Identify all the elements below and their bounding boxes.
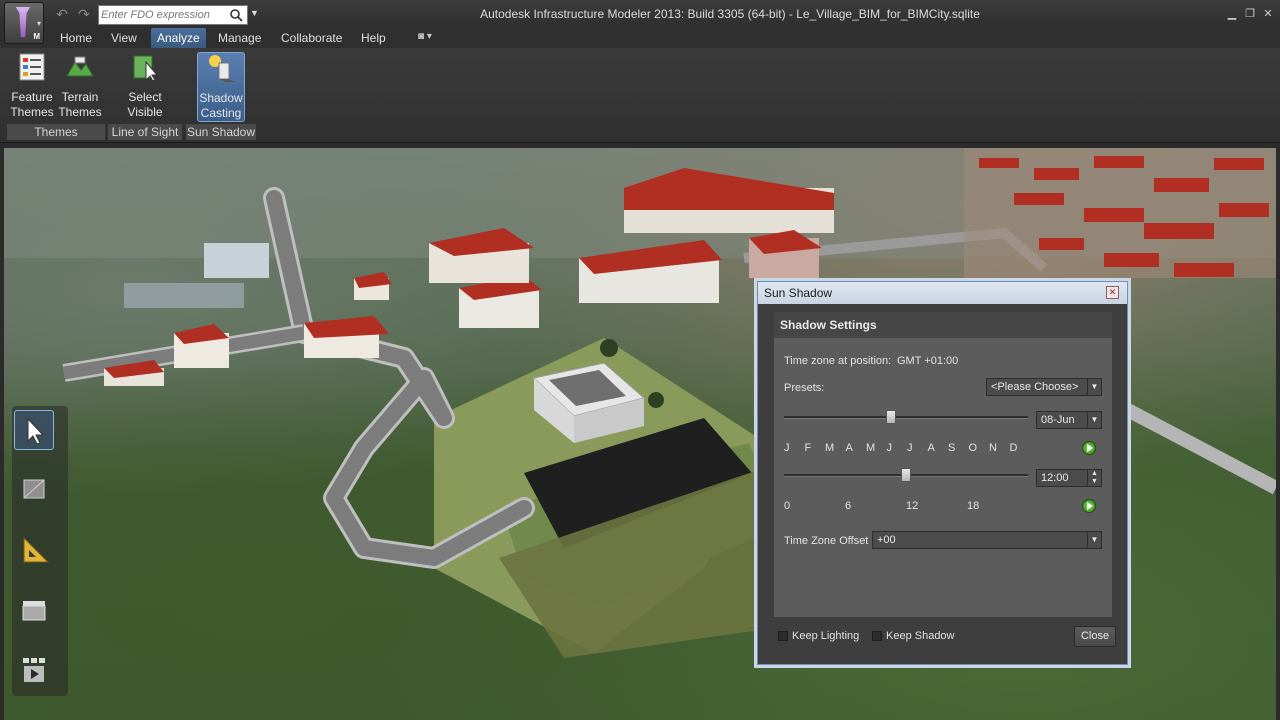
tab-collaborate[interactable]: Collaborate: [275, 28, 348, 48]
dialog-close-icon[interactable]: ✕: [1106, 286, 1119, 299]
feature-themes-button[interactable]: Feature Themes: [8, 52, 56, 122]
select-tool-button[interactable]: [14, 410, 54, 450]
title-bar: M ▾ ↶ ↷ ▼ Autodesk Infrastructure Modele…: [0, 0, 1280, 44]
fdo-expression-input[interactable]: [101, 7, 227, 23]
select-visible-label: Select Visible: [127, 90, 163, 119]
area-select-icon: [23, 479, 45, 499]
tab-help[interactable]: Help: [355, 28, 392, 48]
time-spinner[interactable]: 12:00 ▲ ▼: [1036, 469, 1102, 487]
redo-icon[interactable]: ↷: [76, 6, 92, 22]
keep-lighting-label: Keep Lighting: [792, 630, 860, 642]
time-zone-offset-value: +00: [877, 534, 896, 546]
search-icon[interactable]: [229, 8, 245, 22]
month-tick-label: O: [968, 442, 978, 454]
terrain-themes-label: Terrain Themes: [58, 90, 102, 119]
ruler-triangle-icon: [23, 536, 50, 563]
month-tick-label: J: [784, 442, 790, 454]
measure-tool-button[interactable]: [14, 530, 54, 570]
month-tick-label: A: [927, 442, 935, 454]
sun-shadow-dialog: Sun Shadow ✕ Shadow Settings Time zone a…: [757, 281, 1128, 665]
month-tick-label: M: [866, 442, 876, 454]
shadow-settings-header: Shadow Settings: [774, 312, 1112, 338]
shadow-casting-button[interactable]: Shadow Casting: [197, 52, 245, 122]
keep-shadow-checkbox[interactable]: [872, 631, 882, 641]
select-visible-button[interactable]: Select Visible: [118, 52, 172, 122]
month-tick-label: J: [886, 442, 893, 454]
shadow-settings-title: Shadow Settings: [780, 318, 877, 332]
restore-icon[interactable]: ❐: [1240, 5, 1260, 23]
spinner-arrows-icon: ▲ ▼: [1087, 470, 1101, 486]
window-title: Autodesk Infrastructure Modeler 2013: Bu…: [480, 7, 980, 21]
presets-value: <Please Choose>: [991, 381, 1079, 393]
play-date-animation-button[interactable]: [1082, 441, 1096, 455]
tab-home[interactable]: Home: [54, 28, 98, 48]
month-tick-label: M: [825, 442, 835, 454]
tab-view[interactable]: View: [105, 28, 143, 48]
date-value: 08-Jun: [1041, 414, 1075, 426]
presets-label: Presets:: [784, 382, 825, 394]
terrain-themes-button[interactable]: Terrain Themes: [56, 52, 104, 122]
shadow-casting-label: Shadow Casting: [199, 91, 243, 120]
ribbon-options-icon[interactable]: ◙ ▾: [418, 31, 442, 45]
chevron-down-icon: ▼: [1087, 379, 1101, 395]
date-dropdown[interactable]: 08-Jun ▼: [1036, 411, 1102, 429]
app-letter: M: [33, 32, 40, 41]
chevron-down-icon: ▼: [1087, 532, 1101, 548]
time-value: 12:00: [1041, 472, 1069, 484]
hour-tick-label: 18: [967, 500, 980, 512]
hour-tick-label: 0: [784, 500, 791, 512]
feature-themes-label: Feature Themes: [10, 90, 54, 119]
month-tick-label: N: [989, 442, 997, 454]
pointer-icon: [27, 417, 45, 445]
month-tick-label: J: [907, 442, 913, 454]
time-slider-thumb[interactable]: [901, 468, 911, 482]
dialog-title-bar[interactable]: Sun Shadow ✕: [758, 282, 1127, 304]
application-menu-button[interactable]: M ▾: [4, 2, 44, 44]
time-zone-label: Time zone at position:: [784, 355, 892, 367]
ribbon-tab-bar: Home View Analyze Manage Collaborate Hel…: [0, 28, 1280, 48]
close-window-icon[interactable]: ✕: [1258, 5, 1278, 23]
panel-sun-shadow-label: Sun Shadow: [186, 124, 256, 140]
chevron-down-icon: ▾: [36, 19, 41, 28]
hour-tick-label: 6: [845, 500, 852, 512]
dialog-title: Sun Shadow: [764, 286, 833, 300]
keep-shadow-label: Keep Shadow: [886, 630, 955, 642]
date-slider-track[interactable]: [784, 416, 1028, 419]
feature-themes-icon: [19, 53, 45, 81]
area-select-tool-button[interactable]: [14, 470, 54, 510]
date-slider-thumb[interactable]: [886, 410, 897, 424]
storyboard-play-icon: [23, 658, 45, 682]
hour-tick-label: 12: [906, 500, 919, 512]
panel-themes-label: Themes: [7, 124, 105, 140]
panel-line-of-sight-label: Line of Sight: [108, 124, 182, 140]
month-tick-label: A: [845, 442, 853, 454]
month-tick-label: D: [1009, 442, 1018, 454]
time-zone-offset-label: Time Zone Offset: [784, 535, 869, 547]
time-zone-value: GMT +01:00: [897, 355, 959, 367]
app-logo-icon: [15, 7, 31, 37]
tab-analyze[interactable]: Analyze: [151, 28, 206, 48]
camera-tool-button[interactable]: [14, 590, 54, 630]
presets-dropdown[interactable]: <Please Choose> ▼: [986, 378, 1102, 396]
ribbon: Feature Themes Terrain Themes Select Vis…: [0, 48, 1280, 143]
month-tick-label: F: [804, 442, 812, 454]
keep-lighting-checkbox[interactable]: [778, 631, 788, 641]
undo-icon[interactable]: ↶: [54, 6, 70, 22]
presentation-tool-button[interactable]: [14, 650, 54, 690]
select-visible-icon: [133, 55, 159, 82]
month-tick-label: S: [948, 442, 956, 454]
play-time-animation-button[interactable]: [1082, 499, 1096, 513]
terrain-themes-icon: [66, 56, 94, 77]
time-zone-offset-dropdown[interactable]: +00 ▼: [872, 531, 1102, 549]
chevron-down-icon: ▼: [1087, 412, 1101, 428]
shadow-casting-icon: [209, 55, 235, 82]
fdo-expression-box: [98, 5, 248, 25]
shadow-settings-panel: Shadow Settings Time zone at position: G…: [774, 312, 1112, 617]
tab-manage[interactable]: Manage: [212, 28, 267, 48]
close-button[interactable]: Close: [1074, 626, 1116, 647]
fdo-dropdown-icon[interactable]: ▼: [250, 8, 259, 18]
clapperboard-icon: [22, 601, 46, 621]
minimize-icon[interactable]: ▁: [1222, 5, 1242, 23]
